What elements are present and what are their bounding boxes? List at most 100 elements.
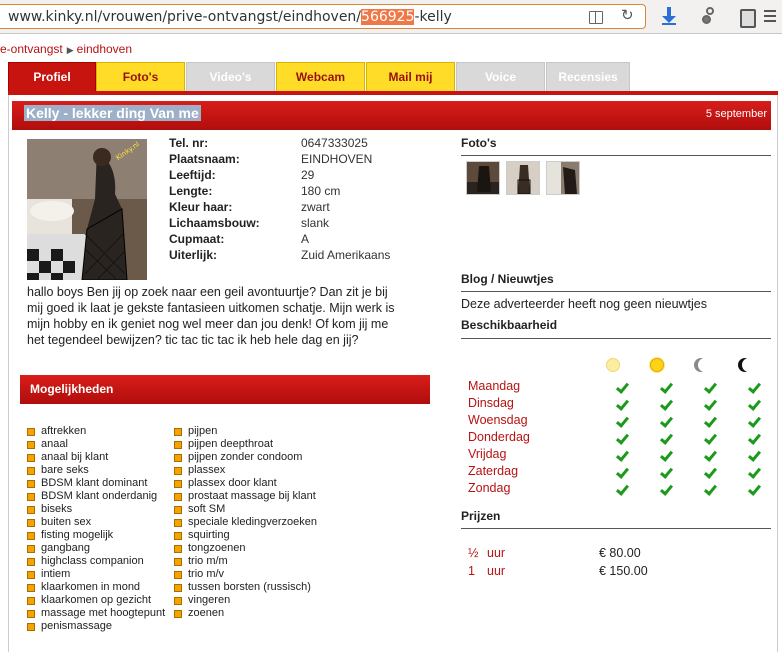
bullet-icon bbox=[27, 610, 35, 618]
checkmark-icon bbox=[705, 415, 717, 427]
bullet-icon bbox=[27, 467, 35, 475]
bullet-icon bbox=[27, 454, 35, 462]
bullet-icon bbox=[174, 467, 182, 475]
checkmark-icon bbox=[705, 381, 717, 393]
checkmark-icon bbox=[705, 432, 717, 444]
checkmark-icon bbox=[617, 415, 629, 427]
checkmark-icon bbox=[749, 483, 761, 495]
bullet-icon bbox=[27, 597, 35, 605]
checkmark-icon bbox=[617, 466, 629, 478]
url-text[interactable]: www.kinky.nl/vrouwen/prive-ontvangst/ein… bbox=[8, 9, 452, 25]
blog-text: Deze adverteerder heeft nog geen nieuwtj… bbox=[461, 297, 707, 311]
bullet-icon bbox=[174, 571, 182, 579]
breadcrumb-link-category[interactable]: e-ontvangst bbox=[0, 42, 63, 56]
availability-day: Vrijdag bbox=[468, 447, 507, 461]
detail-label: Kleur haar: bbox=[169, 200, 233, 214]
price-unit: uur bbox=[487, 564, 506, 578]
reload-icon[interactable]: ↻ bbox=[621, 7, 635, 24]
beschikbaarheid-title: Beschikbaarheid bbox=[461, 318, 558, 332]
photo-thumbnail[interactable] bbox=[466, 161, 500, 195]
bullet-icon bbox=[174, 454, 182, 462]
breadcrumb-separator-icon: ▶ bbox=[66, 45, 74, 55]
bullet-icon bbox=[27, 584, 35, 592]
bullet-icon bbox=[174, 558, 182, 566]
service-label: plassex bbox=[188, 464, 226, 476]
download-icon[interactable] bbox=[660, 7, 678, 25]
bullet-icon bbox=[27, 623, 35, 631]
bullet-icon bbox=[174, 532, 182, 540]
menu-icon[interactable] bbox=[764, 7, 776, 25]
service-label: pijpen deepthroat bbox=[188, 438, 274, 450]
detail-label: Leeftijd: bbox=[169, 168, 216, 182]
tab-recensies[interactable]: Recensies bbox=[546, 62, 630, 92]
detail-label: Lichaamsbouw: bbox=[169, 216, 260, 230]
tab-profiel[interactable]: Profiel bbox=[8, 62, 96, 92]
browser-toolbar: www.kinky.nl/vrouwen/prive-ontvangst/ein… bbox=[0, 0, 782, 34]
url-field[interactable]: www.kinky.nl/vrouwen/prive-ontvangst/ein… bbox=[0, 4, 646, 29]
checkmark-icon bbox=[661, 381, 673, 393]
bullet-icon bbox=[174, 597, 182, 605]
service-label: tongzoenen bbox=[188, 542, 246, 554]
availability-day: Donderdag bbox=[468, 430, 530, 444]
extension-icon[interactable] bbox=[700, 7, 718, 25]
service-label: anaal bbox=[41, 438, 68, 450]
price-value: € 150.00 bbox=[599, 564, 648, 578]
service-label: biseks bbox=[41, 503, 73, 515]
service-label: aftrekken bbox=[41, 425, 87, 437]
checkmark-icon bbox=[617, 432, 629, 444]
checkmark-icon bbox=[617, 449, 629, 461]
breadcrumb-link-city[interactable]: eindhoven bbox=[77, 42, 132, 56]
detail-value: 180 cm bbox=[301, 184, 341, 198]
tab-mail-mij[interactable]: Mail mij bbox=[366, 62, 455, 92]
tab-fotos[interactable]: Foto's bbox=[96, 62, 185, 92]
service-label: plassex door klant bbox=[188, 477, 277, 489]
afternoon-sun-icon bbox=[650, 358, 664, 372]
checkmark-icon bbox=[661, 483, 673, 495]
service-label: fisting mogelijk bbox=[41, 529, 114, 541]
reader-view-icon[interactable] bbox=[589, 10, 603, 24]
service-label: massage met hoogtepunt bbox=[41, 607, 166, 619]
bullet-icon bbox=[27, 519, 35, 527]
checkmark-icon bbox=[617, 381, 629, 393]
checkmark-icon bbox=[661, 449, 673, 461]
detail-value[interactable]: 0647333025 bbox=[301, 136, 368, 150]
service-label: vingeren bbox=[188, 594, 231, 606]
service-label: gangbang bbox=[41, 542, 90, 554]
detail-value: zwart bbox=[301, 200, 330, 214]
clipboard-icon[interactable] bbox=[738, 7, 756, 28]
service-label: penismassage bbox=[41, 620, 112, 632]
profile-date: 5 september bbox=[705, 108, 767, 120]
service-label: buiten sex bbox=[41, 516, 92, 528]
checkmark-icon bbox=[661, 415, 673, 427]
availability-day: Maandag bbox=[468, 379, 521, 393]
detail-value: A bbox=[301, 232, 310, 246]
checkmark-icon bbox=[705, 398, 717, 410]
night-moon-icon bbox=[738, 358, 752, 372]
checkmark-icon bbox=[617, 483, 629, 495]
tab-webcam[interactable]: Webcam bbox=[276, 62, 365, 92]
bullet-icon bbox=[174, 519, 182, 527]
bullet-icon bbox=[27, 545, 35, 553]
blog-title: Blog / Nieuwtjes bbox=[461, 272, 554, 286]
profile-photo[interactable]: Kinky.nl bbox=[27, 139, 147, 280]
url-prefix: www.kinky.nl/vrouwen/prive-ontvangst/ein… bbox=[8, 9, 362, 25]
bullet-icon bbox=[27, 571, 35, 579]
checkmark-icon bbox=[617, 398, 629, 410]
bullet-icon bbox=[27, 493, 35, 501]
service-label: anaal bij klant bbox=[41, 451, 109, 463]
checkmark-icon bbox=[661, 466, 673, 478]
service-label: pijpen zonder condoom bbox=[188, 451, 303, 463]
bullet-icon bbox=[27, 480, 35, 488]
bullet-icon bbox=[174, 545, 182, 553]
photo-thumbnail[interactable] bbox=[506, 161, 540, 195]
service-label: BDSM klant dominant bbox=[41, 477, 148, 489]
evening-moon-icon bbox=[694, 358, 708, 372]
checkmark-icon bbox=[661, 432, 673, 444]
tab-videos[interactable]: Video's bbox=[186, 62, 275, 92]
tab-voice[interactable]: Voice bbox=[456, 62, 545, 92]
service-label: BDSM klant onderdanig bbox=[41, 490, 158, 502]
beschikbaarheid-divider bbox=[461, 338, 771, 339]
photo-thumbnail[interactable] bbox=[546, 161, 580, 195]
availability-day: Dinsdag bbox=[468, 396, 514, 410]
mogelijkheden-title: Mogelijkheden bbox=[30, 382, 114, 396]
